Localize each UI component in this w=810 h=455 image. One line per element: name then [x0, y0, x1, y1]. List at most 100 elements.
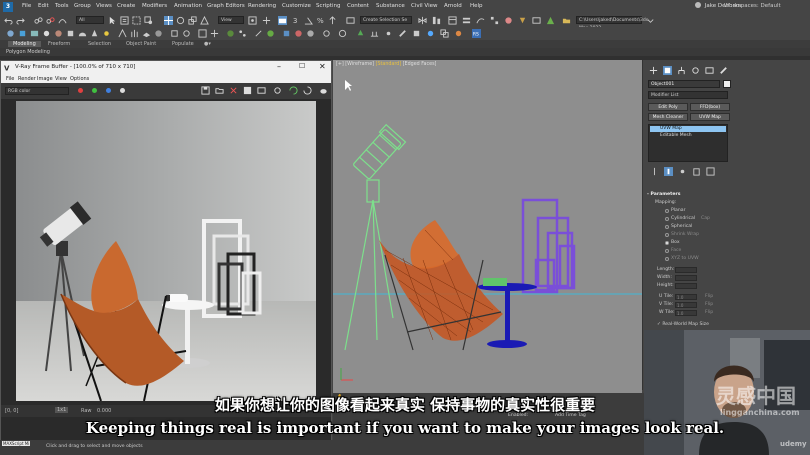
vray-settings-icon[interactable]: [322, 29, 331, 38]
menu-graph-editors[interactable]: Graph Editors: [207, 3, 245, 9]
close-icon[interactable]: ✕: [319, 62, 326, 71]
vray-material-icon[interactable]: [54, 29, 63, 38]
v-tile-spinner[interactable]: 1.0: [675, 302, 697, 308]
vray-help-icon[interactable]: [338, 29, 347, 38]
window-crossing-icon[interactable]: [144, 16, 153, 25]
rendered-image[interactable]: [16, 101, 316, 401]
display-tab-icon[interactable]: [705, 66, 714, 75]
app-logo-icon[interactable]: 3: [3, 2, 13, 12]
maximize-icon[interactable]: ☐: [299, 62, 305, 70]
render-setup-icon[interactable]: [518, 16, 527, 25]
snaps-toggle-icon[interactable]: 3: [292, 16, 301, 25]
edit-poly-button[interactable]: Edit Poly: [648, 103, 688, 111]
dropdown-arrow-icon[interactable]: [646, 16, 655, 25]
menu-substance[interactable]: Substance: [376, 3, 405, 9]
render-icon[interactable]: [546, 16, 555, 25]
vray-frame-icon[interactable]: [198, 29, 207, 38]
menu-help[interactable]: Help: [470, 3, 483, 9]
move-icon[interactable]: [164, 16, 173, 25]
reference-coord-dropdown[interactable]: View: [218, 16, 244, 24]
railclone-icon[interactable]: [370, 29, 379, 38]
blue-channel-icon[interactable]: [106, 88, 111, 93]
render-teapot-icon[interactable]: [319, 86, 328, 95]
length-spinner[interactable]: [675, 267, 697, 273]
project-folder-icon[interactable]: [562, 16, 571, 25]
spinner-snap-icon[interactable]: [328, 16, 337, 25]
vray-sun-icon[interactable]: [102, 29, 111, 38]
named-selection-set-dropdown[interactable]: Create Selection Se: [360, 16, 412, 24]
placement-icon[interactable]: [200, 16, 209, 25]
w-flip-checkbox[interactable]: Flip: [705, 310, 713, 315]
selection-filter-dropdown[interactable]: All: [76, 16, 104, 24]
tab-modeling[interactable]: Modeling: [8, 41, 41, 47]
mesh-cleaner-button[interactable]: Mesh Cleaner: [648, 113, 688, 121]
load-image-icon[interactable]: [215, 86, 224, 95]
material-editor-icon[interactable]: [504, 16, 513, 25]
select-object-icon[interactable]: [108, 16, 117, 25]
vray-object-props-icon[interactable]: [282, 29, 291, 38]
pivot-center-icon[interactable]: [248, 16, 257, 25]
mirror-icon[interactable]: [418, 16, 427, 25]
angle-snap-icon[interactable]: [304, 16, 313, 25]
unlink-icon[interactable]: [46, 16, 55, 25]
menu-group[interactable]: Group: [74, 3, 91, 9]
edit-named-selection-icon[interactable]: [346, 16, 355, 25]
vray-cloud-icon[interactable]: [306, 29, 315, 38]
vfb-menu-file[interactable]: File: [6, 76, 14, 82]
menu-edit[interactable]: Edit: [38, 3, 49, 9]
vfb-title-bar[interactable]: V V-Ray Frame Buffer - [100.0% of 710 x …: [1, 61, 331, 74]
rect-selection-icon[interactable]: [132, 16, 141, 25]
radio-xyz-to-uvw[interactable]: [665, 257, 669, 261]
rendered-frame-window-icon[interactable]: [532, 16, 541, 25]
paint-tool-icon[interactable]: [398, 29, 407, 38]
vray-dome-light-icon[interactable]: [78, 29, 87, 38]
scatter-tool-icon[interactable]: [384, 29, 393, 38]
project-path-field[interactable]: C:\Users\jaked\Documents\3ds Max 2022: [576, 16, 648, 31]
vray-light-mix-icon[interactable]: [294, 29, 303, 38]
menu-rendering[interactable]: Rendering: [248, 3, 276, 9]
green-channel-icon[interactable]: [92, 88, 97, 93]
radio-shrink-wrap[interactable]: [665, 233, 669, 237]
schematic-view-icon[interactable]: [490, 16, 499, 25]
hierarchy-tab-icon[interactable]: [677, 66, 686, 75]
ffd-box-button[interactable]: FFD(box): [690, 103, 730, 111]
alpha-channel-icon[interactable]: [120, 88, 125, 93]
vray-plane-icon[interactable]: [142, 29, 151, 38]
ribbon-options-icon[interactable]: ●▾: [204, 41, 211, 47]
vfb-menu-view[interactable]: View: [55, 76, 67, 82]
track-mouse-icon[interactable]: [273, 86, 282, 95]
radio-cylindrical[interactable]: [665, 217, 669, 221]
tab-selection[interactable]: Selection: [88, 41, 111, 47]
save-image-icon[interactable]: [201, 86, 210, 95]
vray-proxy-icon[interactable]: [118, 29, 127, 38]
show-corrections-icon[interactable]: [257, 86, 266, 95]
select-by-name-icon[interactable]: [120, 16, 129, 25]
menu-animation[interactable]: Animation: [174, 3, 202, 9]
vfb-menu-render[interactable]: Render: [18, 76, 36, 82]
red-channel-icon[interactable]: [78, 88, 83, 93]
radio-face[interactable]: [665, 249, 669, 253]
rotate-icon[interactable]: [176, 16, 185, 25]
keyboard-shortcut-icon[interactable]: [278, 16, 287, 25]
pixel-info-icon[interactable]: [243, 86, 252, 95]
vray-light-icon[interactable]: [66, 29, 75, 38]
vray-sphere-icon[interactable]: [154, 29, 163, 38]
perspective-viewport[interactable]: [+] [Wireframe] [Standard] [Edged Faces]: [333, 60, 642, 393]
menu-customize[interactable]: Customize: [282, 3, 311, 9]
w-tile-spinner[interactable]: 1.0: [675, 310, 697, 316]
vray-scene-converter-icon[interactable]: [182, 29, 191, 38]
u-flip-checkbox[interactable]: Flip: [705, 294, 713, 299]
menu-tools[interactable]: Tools: [55, 3, 69, 9]
menu-modifiers[interactable]: Modifiers: [142, 3, 167, 9]
vray-cosmos-icon[interactable]: [226, 29, 235, 38]
menu-scripting[interactable]: Scripting: [316, 3, 340, 9]
layer-explorer-icon[interactable]: [462, 16, 471, 25]
align-tool-icon[interactable]: [412, 29, 421, 38]
menu-arnold[interactable]: Arnold: [444, 3, 462, 9]
real-world-checkbox[interactable]: ✓ Real-World Map Size: [657, 322, 709, 327]
modify-tab-icon[interactable]: [663, 66, 672, 75]
menu-file[interactable]: File: [22, 3, 31, 9]
select-manipulate-icon[interactable]: [262, 16, 271, 25]
stack-item-editable-mesh[interactable]: Editable Mesh: [650, 133, 726, 139]
ribbon-panel-title[interactable]: Polygon Modeling: [6, 49, 50, 55]
